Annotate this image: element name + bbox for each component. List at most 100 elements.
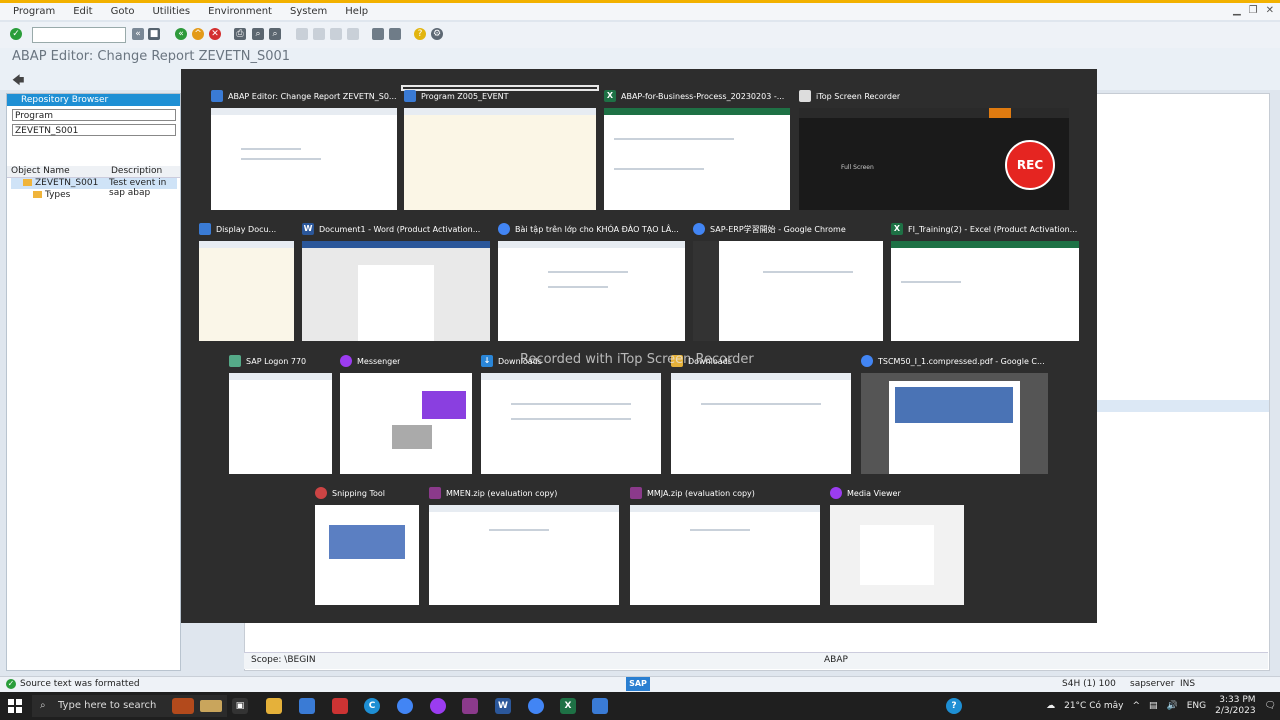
window-title: Document1 - Word (Product Activation...: [319, 224, 481, 234]
winrar-icon: [429, 487, 441, 499]
window-title: ABAP-for-Business-Process_20230203 -...: [621, 91, 785, 101]
chrome-taskbar-icon[interactable]: [528, 698, 544, 714]
window-title: iTop Screen Recorder: [816, 91, 901, 101]
status-bar: ✓ Source text was formatted SAP S4H (1) …: [0, 676, 1280, 693]
file-explorer-icon[interactable]: [266, 698, 282, 714]
download-icon: ↓: [481, 355, 493, 367]
weather-text[interactable]: 21°C Có mây: [1064, 701, 1123, 711]
page-title: ABAP Editor: Change Report ZEVETN_S001: [12, 49, 291, 64]
last-page-icon[interactable]: [347, 28, 359, 40]
word-taskbar-icon[interactable]: W: [495, 698, 511, 714]
menu-bar: Program Edit Goto Utilities Environment …: [0, 0, 1280, 20]
tree-row-types[interactable]: Types: [11, 190, 177, 201]
cancel-icon[interactable]: ✕: [209, 28, 221, 40]
sap-taskbar-icon[interactable]: [299, 698, 315, 714]
prev-page-icon[interactable]: [313, 28, 325, 40]
chrome-icon: [498, 223, 510, 235]
network-icon[interactable]: ▤: [1149, 701, 1158, 711]
excel-icon: X: [891, 223, 903, 235]
window-title: MMEN.zip (evaluation copy): [446, 488, 558, 498]
scope-label: Scope: \BEGIN: [251, 655, 316, 665]
menu-system[interactable]: System: [281, 6, 336, 17]
window-title: TSCM50_I_1.compressed.pdf - Google C...: [878, 356, 1045, 366]
sap-logo-icon: SAP: [626, 677, 650, 691]
object-name-input[interactable]: ZEVETN_S001: [12, 124, 176, 136]
itop-taskbar-icon[interactable]: [332, 698, 348, 714]
window-thumbnail: [481, 373, 661, 474]
find-next-icon[interactable]: ⌕: [269, 28, 281, 40]
system-tray: ☁ 21°C Có mây ^ ▤ 🔊 ENG 3:33 PM 2/3/2023…: [1046, 692, 1276, 720]
system-info[interactable]: S4H (1) 100: [1062, 679, 1116, 689]
first-page-icon[interactable]: [296, 28, 308, 40]
enter-icon[interactable]: ✓: [10, 28, 22, 40]
window-thumbnail: [498, 241, 685, 341]
menu-environment[interactable]: Environment: [199, 6, 281, 17]
object-type-select[interactable]: Program: [12, 109, 176, 121]
back-icon[interactable]: «: [175, 28, 187, 40]
chrome-icon: [693, 223, 705, 235]
back-arrow-icon[interactable]: 🡄: [12, 71, 24, 92]
task-view-icon[interactable]: ▣: [232, 698, 248, 714]
search-highlight-icon: [200, 700, 222, 712]
window-thumbnail: [830, 505, 964, 605]
tree-row-program[interactable]: ZEVETN_S001 Test event in sap abap: [11, 178, 177, 198]
language-label: ABAP: [824, 655, 848, 665]
recorder-mode: Full Screen: [841, 164, 874, 171]
title-bar: ABAP Editor: Change Report ZEVETN_S001: [0, 48, 1280, 68]
show-hidden-icons[interactable]: ^: [1132, 701, 1140, 711]
next-page-icon[interactable]: [330, 28, 342, 40]
command-field[interactable]: [32, 27, 126, 43]
menu-goto[interactable]: Goto: [102, 6, 144, 17]
tree-node-name: ZEVETN_S001: [35, 178, 99, 188]
search-highlight-icon: [172, 698, 194, 714]
restore-icon[interactable]: ❐: [1249, 5, 1258, 16]
window-title: FI_Training(2) - Excel (Product Activati…: [908, 224, 1078, 234]
server-info: sapserver: [1130, 679, 1175, 689]
window-title: Bài tập trên lớp cho KHÓA ĐÀO TẠO LÂ...: [515, 224, 679, 234]
sap-logon-taskbar-icon[interactable]: [592, 698, 608, 714]
excel-taskbar-icon[interactable]: X: [560, 698, 576, 714]
clock[interactable]: 3:33 PM 2/3/2023: [1215, 695, 1255, 717]
rewind-icon[interactable]: «: [132, 28, 144, 40]
window-thumbnail: [429, 505, 619, 605]
language-indicator[interactable]: ENG: [1187, 701, 1206, 711]
settings-icon[interactable]: ⚙: [431, 28, 443, 40]
exit-icon[interactable]: ^: [192, 28, 204, 40]
help-icon[interactable]: ?: [414, 28, 426, 40]
save-icon[interactable]: ■: [148, 28, 160, 40]
menu-utilities[interactable]: Utilities: [143, 6, 199, 17]
tree-column-header: Object Name Description: [7, 166, 180, 178]
taskbar: ⌕ Type here to search ▣ C W X ? ☁ 21°C C…: [0, 692, 1280, 720]
find-icon[interactable]: ⌕: [252, 28, 264, 40]
volume-icon[interactable]: 🔊: [1167, 701, 1178, 711]
status-message: Source text was formatted: [20, 679, 140, 689]
sap-logon-icon: [229, 355, 241, 367]
shortcut-icon[interactable]: [389, 28, 401, 40]
window-title: Media Viewer: [847, 488, 901, 498]
sap-icon: [199, 223, 211, 235]
menu-program[interactable]: Program: [4, 6, 64, 17]
standard-toolbar: ✓ « ■ « ^ ✕ ⎙ ⌕ ⌕ ? ⚙: [0, 22, 1280, 49]
minimize-icon[interactable]: ▁: [1233, 5, 1241, 16]
messenger-taskbar-icon[interactable]: [430, 698, 446, 714]
menu-edit[interactable]: Edit: [64, 6, 101, 17]
recorder-thumbnail: Full Screen REC: [799, 108, 1069, 210]
winrar-taskbar-icon[interactable]: [462, 698, 478, 714]
print-icon[interactable]: ⎙: [234, 28, 246, 40]
windows-start-icon[interactable]: [8, 699, 22, 713]
menu-help[interactable]: Help: [336, 6, 377, 17]
col-description: Description: [111, 166, 163, 176]
chrome-taskbar-icon[interactable]: [397, 698, 413, 714]
col-object-name: Object Name: [11, 166, 70, 176]
search-icon: ⌕: [40, 700, 46, 711]
window-thumbnail: [229, 373, 332, 474]
clock-date: 2/3/2023: [1215, 706, 1256, 716]
window-thumbnail: [404, 108, 596, 210]
close-icon[interactable]: ✕: [1266, 5, 1274, 16]
help-taskbar-icon[interactable]: ?: [946, 698, 962, 714]
new-session-icon[interactable]: [372, 28, 384, 40]
window-title: SAP Logon 770: [246, 356, 307, 366]
cortana-c-icon[interactable]: C: [364, 698, 380, 714]
taskbar-search[interactable]: ⌕ Type here to search: [32, 695, 227, 717]
notifications-icon[interactable]: 🗨: [1265, 701, 1276, 711]
